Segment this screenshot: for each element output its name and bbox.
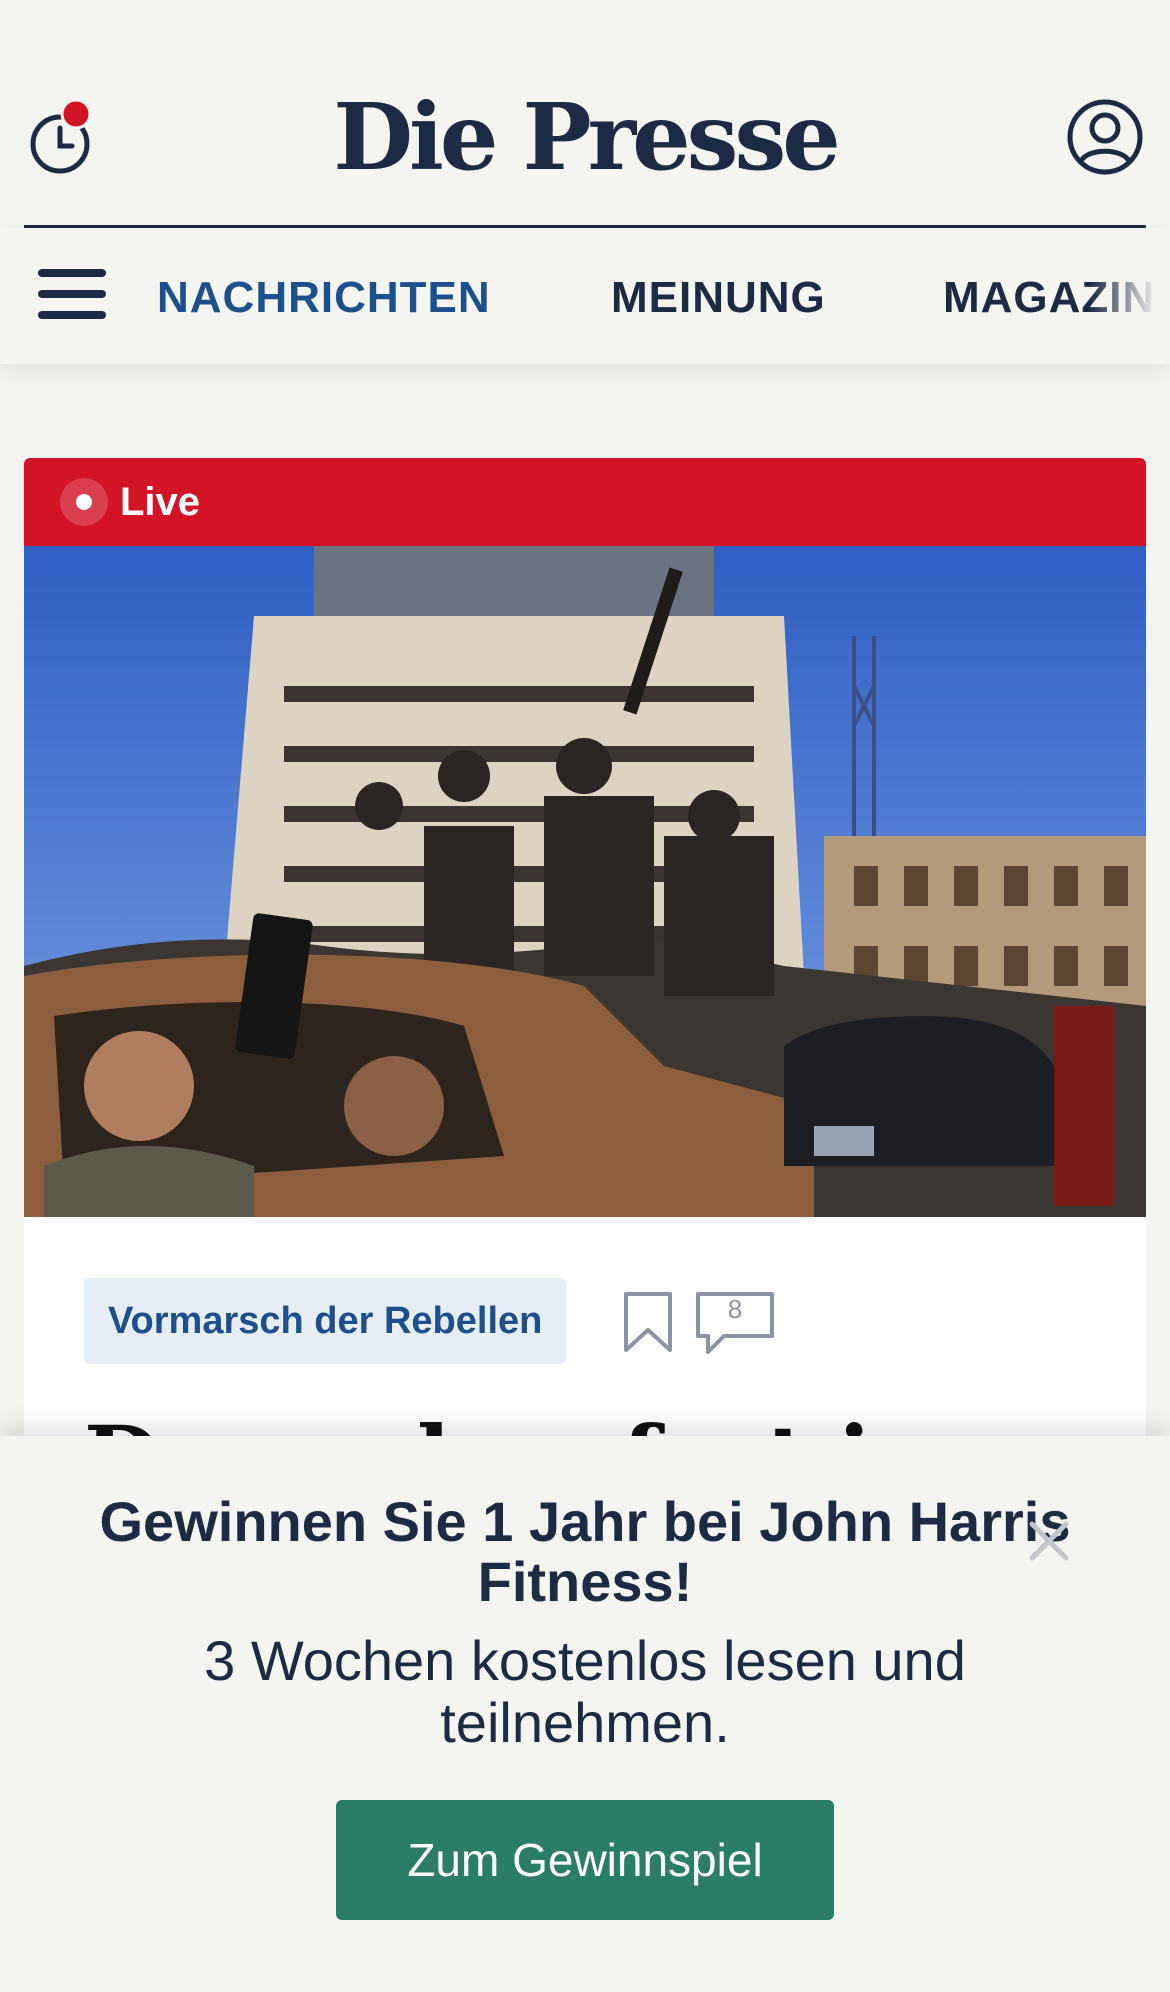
live-indicator-icon — [60, 478, 108, 526]
hamburger-menu-icon[interactable] — [38, 269, 106, 323]
site-logo[interactable]: Die Presse — [0, 82, 1170, 192]
topic-tag[interactable]: Vormarsch der Rebellen — [84, 1278, 567, 1364]
main-navigation: NACHRICHTEN MEINUNG MAGAZIN — [0, 228, 1170, 364]
promo-title: Gewinnen Sie 1 Jahr bei John Harris Fitn… — [99, 1490, 1071, 1613]
nav-item-nachrichten[interactable]: NACHRICHTEN — [157, 272, 491, 324]
user-profile-button[interactable] — [1066, 98, 1144, 176]
promo-subtitle: 3 Wochen kostenlos lesen und teilnehmen. — [204, 1629, 966, 1754]
hero-photo — [24, 546, 1146, 1217]
promo-close-button[interactable] — [1024, 1516, 1074, 1566]
promo-overlay: Gewinnen Sie 1 Jahr bei John Harris Fitn… — [0, 1436, 1170, 1992]
site-header: Die Presse — [0, 0, 1170, 228]
nav-item-meinung[interactable]: MEINUNG — [611, 272, 826, 324]
close-icon — [1029, 1521, 1069, 1561]
article-hero-image[interactable] — [24, 546, 1146, 1217]
gewinnspiel-button[interactable]: Zum Gewinnspiel — [336, 1800, 834, 1920]
comment-count: 8 — [727, 1294, 743, 1324]
bookmark-button[interactable] — [622, 1290, 674, 1354]
comments-button[interactable]: 8 — [694, 1290, 776, 1356]
live-label: Live — [120, 480, 201, 524]
bookmark-icon — [624, 1292, 672, 1352]
live-banner: Live — [24, 458, 1146, 546]
article-headline[interactable]: Damaskus fast in — [84, 1408, 935, 1438]
user-profile-icon — [1067, 99, 1143, 175]
nav-scroll-fade — [1090, 228, 1170, 364]
article-card[interactable]: Live Vormarsch der Rebellen 8 — [24, 458, 1146, 1438]
